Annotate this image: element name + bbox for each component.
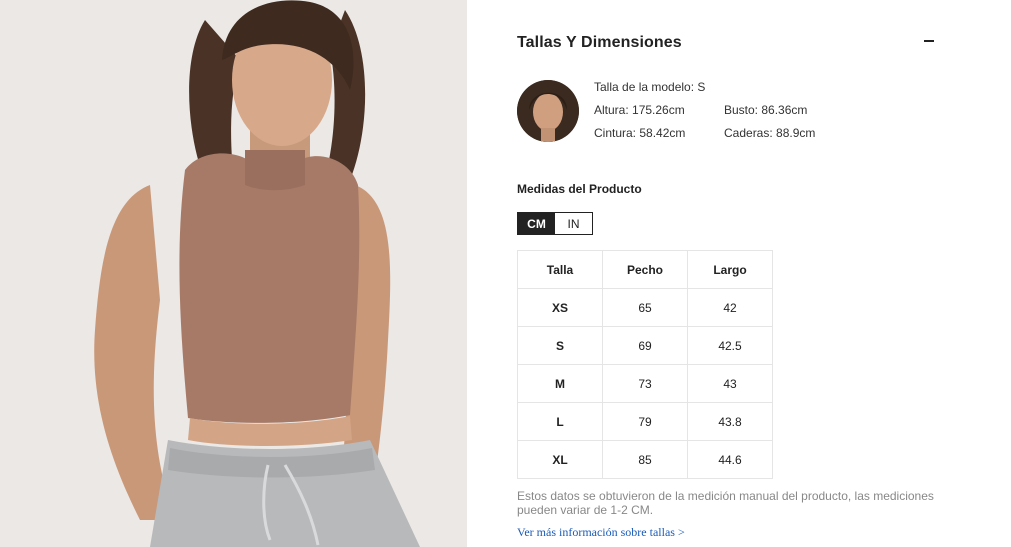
- cell-size: L: [517, 402, 603, 441]
- product-photo: [0, 0, 467, 547]
- measurement-disclaimer: Estos datos se obtuvieron de la medición…: [517, 489, 934, 517]
- model-bust: Busto: 86.36cm: [724, 103, 808, 117]
- cell-length: 42: [687, 288, 773, 327]
- unit-toggle: CM IN: [517, 212, 593, 235]
- model-height: Altura: 175.26cm: [594, 103, 685, 117]
- cell-chest: 73: [602, 364, 688, 403]
- header-chest: Pecho: [602, 250, 688, 289]
- table-row: M 73 43: [517, 364, 773, 403]
- table-row: XS 65 42: [517, 288, 773, 327]
- header-size: Talla: [517, 250, 603, 289]
- size-info-link[interactable]: Ver más información sobre tallas >: [517, 525, 685, 540]
- model-size: Talla de la modelo: S: [594, 80, 706, 94]
- size-table: Talla Pecho Largo XS 65 42 S 69 42.5 M 7…: [517, 250, 773, 479]
- section-title: Tallas Y Dimensiones: [517, 34, 682, 51]
- table-header-row: Talla Pecho Largo: [517, 250, 773, 289]
- minus-icon[interactable]: [921, 30, 937, 52]
- table-row: S 69 42.5: [517, 326, 773, 365]
- unit-cm-button[interactable]: CM: [518, 213, 555, 234]
- cell-size: XL: [517, 440, 603, 479]
- model-avatar: [517, 80, 579, 142]
- cell-chest: 69: [602, 326, 688, 365]
- cell-length: 43.8: [687, 402, 773, 441]
- cell-size: M: [517, 364, 603, 403]
- cell-size: S: [517, 326, 603, 365]
- cell-size: XS: [517, 288, 603, 327]
- product-photo-illustration: [0, 0, 467, 547]
- size-panel: Tallas Y Dimensiones Talla de la modelo:…: [517, 0, 947, 547]
- unit-in-button[interactable]: IN: [555, 213, 592, 234]
- cell-length: 44.6: [687, 440, 773, 479]
- header-length: Largo: [687, 250, 773, 289]
- cell-length: 43: [687, 364, 773, 403]
- model-hips: Caderas: 88.9cm: [724, 126, 816, 140]
- model-avatar-image: [517, 80, 579, 142]
- cell-length: 42.5: [687, 326, 773, 365]
- table-row: L 79 43.8: [517, 402, 773, 441]
- table-row: XL 85 44.6: [517, 440, 773, 479]
- cell-chest: 65: [602, 288, 688, 327]
- measurements-title: Medidas del Producto: [517, 182, 642, 196]
- model-waist: Cintura: 58.42cm: [594, 126, 686, 140]
- cell-chest: 79: [602, 402, 688, 441]
- cell-chest: 85: [602, 440, 688, 479]
